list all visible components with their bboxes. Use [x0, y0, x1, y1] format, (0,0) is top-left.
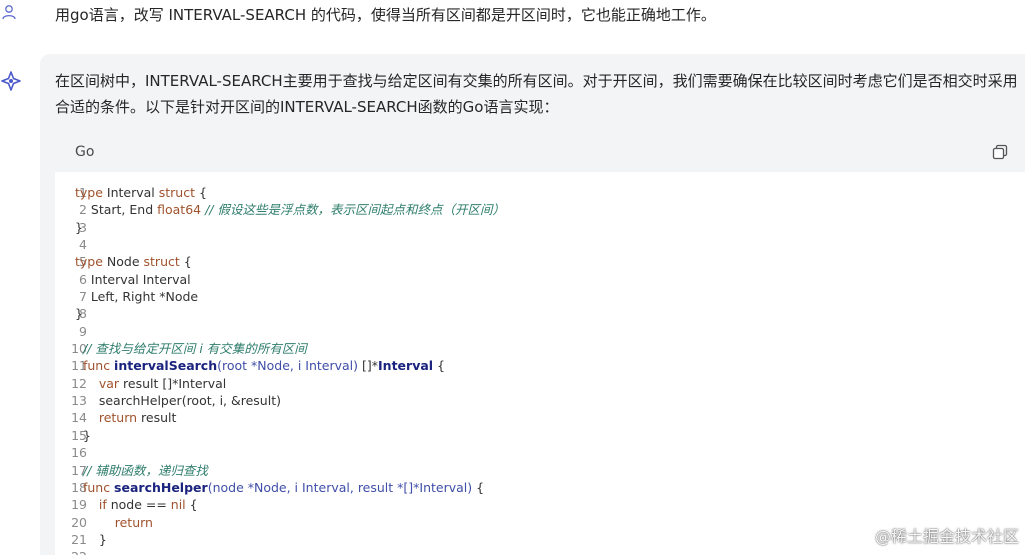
code-text: Left, Right *Node: [75, 289, 199, 305]
code-line: 3}: [55, 219, 1025, 236]
code-text: Interval Interval: [75, 271, 191, 287]
code-text: return: [114, 514, 153, 530]
copy-icon[interactable]: [991, 143, 1009, 161]
code-language-label: Go: [75, 144, 95, 160]
line-number: 4: [79, 237, 87, 253]
code-text: }: [75, 306, 83, 322]
ai-message-text: 在区间树中，INTERVAL-SEARCH主要用于查找与给定区间有交集的所有区间…: [55, 72, 1018, 116]
user-message-text: 用go语言，改写 INTERVAL-SEARCH 的代码，使得当所有区间都是开区…: [55, 6, 716, 24]
code-line: 17 // 辅助函数，递归查找: [55, 462, 1025, 479]
code-block: Go 1 type Interval struct {2 Start, End f…: [55, 132, 1025, 555]
code-line: 18 func searchHelper(node *Node, i Inter…: [55, 479, 1025, 496]
code-text: return result: [98, 410, 177, 426]
line-number: 22: [55, 548, 87, 555]
code-text: }: [75, 427, 91, 443]
line-number: 9: [79, 323, 87, 339]
user-icon: [0, 2, 18, 24]
code-text: }: [75, 531, 107, 547]
line-number: 16: [71, 445, 87, 461]
code-text: // 查找与给定开区间 i 有交集的所有区间: [82, 341, 307, 357]
code-text: if node == nil {: [98, 497, 198, 513]
code-line: 8}: [55, 305, 1025, 322]
code-line: 5 type Node struct {: [55, 253, 1025, 270]
user-message: 用go语言，改写 INTERVAL-SEARCH 的代码，使得当所有区间都是开区…: [0, 0, 1025, 36]
code-line: 13 searchHelper(root, i, &result): [55, 392, 1025, 409]
code-line: 9: [55, 323, 1025, 340]
code-text: type Interval struct {: [75, 185, 207, 200]
code-line: 10 // 查找与给定开区间 i 有交集的所有区间: [55, 340, 1025, 357]
code-line: 4: [55, 236, 1025, 253]
code-text: searchHelper(root, i, &result): [75, 393, 281, 409]
code-line: 19 if node == nil {: [55, 496, 1025, 513]
code-text: // 辅助函数，递归查找: [82, 462, 208, 478]
code-line: 16: [55, 444, 1025, 461]
code-line: 7 Left, Right *Node: [55, 288, 1025, 305]
code-text: type Node struct {: [75, 254, 192, 270]
code-line: 1 type Interval struct {: [55, 184, 1025, 201]
code-text: func intervalSearch(root *Node, i Interv…: [82, 358, 446, 374]
watermark: @稀土掘金技术社区: [874, 527, 1019, 546]
code-block-header: Go: [55, 132, 1025, 172]
ai-message: 在区间树中，INTERVAL-SEARCH主要用于查找与给定区间有交集的所有区间…: [0, 54, 1025, 555]
code-text: var result []*Interval: [98, 375, 227, 391]
code-line: 6 Interval Interval: [55, 271, 1025, 288]
code-text: Start, End float64 // 假设这些是浮点数，表示区间起点和终点…: [75, 202, 505, 218]
ai-message-bubble: 在区间树中，INTERVAL-SEARCH主要用于查找与给定区间有交集的所有区间…: [40, 54, 1025, 555]
code-line: 2 Start, End float64 // 假设这些是浮点数，表示区间起点和…: [55, 201, 1025, 218]
code-line: 12 var result []*Interval: [55, 375, 1025, 392]
code-text: func searchHelper(node *Node, i Interval…: [82, 479, 485, 495]
code-line: 14 return result: [55, 409, 1025, 426]
code-line: 22: [55, 548, 1025, 555]
code-line: 15 }: [55, 427, 1025, 444]
code-line: 11 func intervalSearch(root *Node, i Int…: [55, 357, 1025, 374]
ai-logo-icon: [0, 70, 22, 92]
code-content: 1 type Interval struct {2 Start, End floa…: [55, 184, 1025, 555]
code-text: }: [75, 219, 83, 235]
